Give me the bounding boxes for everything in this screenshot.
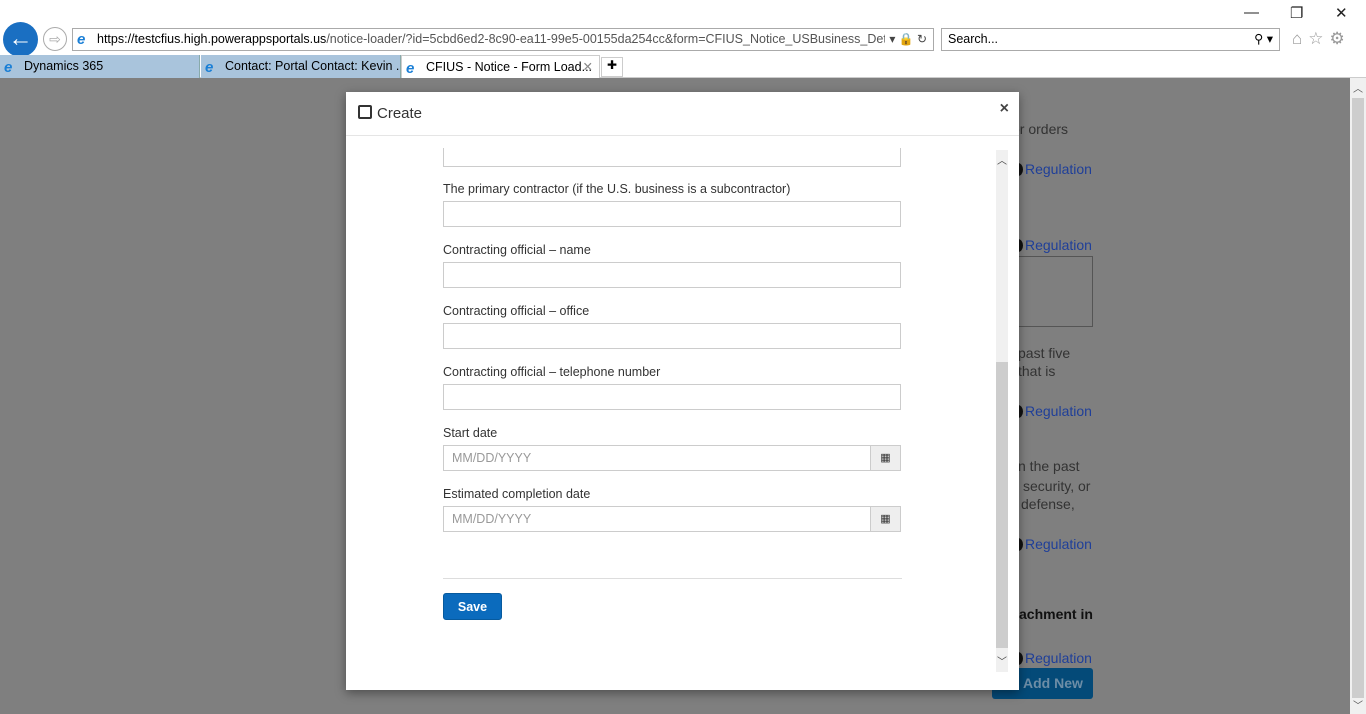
tab-label: CFIUS - Notice - Form Load... [426, 60, 593, 74]
url-domain: powerappsportals.us [210, 32, 327, 46]
field-label: Estimated completion date [443, 487, 591, 501]
primary-contractor-input[interactable] [443, 201, 901, 227]
modal-header: Create × [346, 92, 1019, 136]
calendar-icon[interactable]: ▦ [870, 446, 900, 470]
bg-text: n the past [1018, 458, 1080, 474]
ie-icon: e [77, 31, 86, 48]
address-controls-icon[interactable]: ▾ 🔒 ↻ [885, 29, 927, 50]
toolbar-icons[interactable]: ⌂☆⚙ [1292, 29, 1351, 49]
calendar-icon[interactable]: ▦ [870, 507, 900, 531]
new-tab-button[interactable]: ✚ [601, 57, 623, 77]
close-button[interactable]: × [1000, 100, 1009, 118]
page-scrollbar[interactable]: ︿ ﹀ [1350, 78, 1366, 714]
modal-title: Create [377, 105, 423, 122]
save-button[interactable]: Save [443, 593, 502, 620]
field-official-name: Contracting official – name [443, 243, 901, 288]
start-date-input[interactable]: MM/DD/YYYY ▦ [443, 445, 901, 471]
bg-text: or orders [1012, 121, 1069, 137]
scroll-up-icon[interactable]: ︿ [997, 152, 1007, 167]
search-input[interactable]: Search... ⚲ ▾ [941, 28, 1280, 51]
regulation-link[interactable]: Regulation [1013, 650, 1092, 666]
field-label: Contracting official – office [443, 304, 590, 318]
bg-text: past five [1018, 345, 1071, 361]
date-placeholder: MM/DD/YYYY [452, 512, 532, 526]
regulation-link[interactable]: Regulation [1013, 536, 1092, 552]
tab-dynamics[interactable]: e Dynamics 365 [0, 55, 200, 78]
search-icon[interactable]: ⚲ ▾ [1254, 29, 1273, 50]
address-bar[interactable]: e https://testcfius.high.powerappsportal… [72, 28, 934, 51]
url-path: /notice-loader/?id=5cbd6ed2-8c90-ea11-99… [326, 32, 906, 46]
bg-text: defense, [1021, 496, 1075, 512]
scroll-thumb[interactable] [996, 362, 1008, 648]
text-input[interactable] [443, 148, 901, 167]
official-office-input[interactable] [443, 323, 901, 349]
field-label: Contracting official – telephone number [443, 365, 661, 379]
field-label: Contracting official – name [443, 243, 591, 257]
official-phone-input[interactable] [443, 384, 901, 410]
modal-scrollbar[interactable]: ︿ ﹀ [996, 150, 1008, 672]
close-tab-icon[interactable]: ✕ [583, 56, 593, 78]
bg-textarea [1010, 256, 1093, 327]
ie-icon: e [205, 59, 214, 76]
create-modal: Create × The primary contractor (if the … [346, 92, 1019, 690]
field-completion-date: Estimated completion date MM/DD/YYYY ▦ [443, 487, 901, 532]
date-placeholder: MM/DD/YYYY [452, 451, 532, 465]
regulation-link[interactable]: Regulation [1013, 237, 1092, 253]
field-partial [443, 148, 901, 167]
bg-text: achment in [1019, 606, 1093, 622]
field-start-date: Start date MM/DD/YYYY ▦ [443, 426, 901, 471]
minimize-button[interactable]: — [1244, 4, 1259, 21]
divider [443, 578, 902, 579]
restore-button[interactable]: ❐ [1290, 4, 1303, 22]
official-name-input[interactable] [443, 262, 901, 288]
ie-icon: e [406, 60, 415, 77]
tab-bar: e Dynamics 365 e Contact: Portal Contact: … [0, 55, 1366, 78]
tab-label: Dynamics 365 [24, 59, 104, 73]
field-label: The primary contractor (if the U.S. busi… [443, 182, 791, 196]
ie-icon: e [4, 59, 13, 76]
regulation-link[interactable]: Regulation [1013, 161, 1092, 177]
completion-date-input[interactable]: MM/DD/YYYY ▦ [443, 506, 901, 532]
search-placeholder: Search... [948, 32, 999, 46]
edit-icon [358, 105, 372, 119]
tab-cfius[interactable]: e CFIUS - Notice - Form Load... ✕ [401, 55, 600, 78]
tab-label: Contact: Portal Contact: Kevin ... [225, 59, 401, 73]
close-window-button[interactable]: ✕ [1335, 4, 1348, 22]
scroll-down-icon[interactable]: ﹀ [997, 653, 1007, 668]
scroll-up-icon[interactable]: ︿ [1353, 80, 1363, 95]
field-official-office: Contracting official – office [443, 304, 901, 349]
scroll-down-icon[interactable]: ﹀ [1353, 697, 1363, 712]
tab-contact[interactable]: e Contact: Portal Contact: Kevin ... [201, 55, 401, 78]
scroll-thumb[interactable] [1352, 98, 1364, 698]
field-official-phone: Contracting official – telephone number [443, 365, 901, 410]
back-button[interactable]: ← [3, 22, 38, 57]
url-prefix: https://testcfius.high. [97, 32, 211, 46]
forward-button[interactable]: ⇨ [43, 27, 67, 51]
field-label: Start date [443, 426, 498, 440]
bg-text: that is [1018, 363, 1056, 379]
bg-text: security, or [1023, 478, 1091, 494]
browser-chrome: ← ⇨ e https://testcfius.high.powerappspo… [0, 0, 1366, 78]
field-primary-contractor: The primary contractor (if the U.S. busi… [443, 182, 901, 227]
regulation-link[interactable]: Regulation [1013, 403, 1092, 419]
